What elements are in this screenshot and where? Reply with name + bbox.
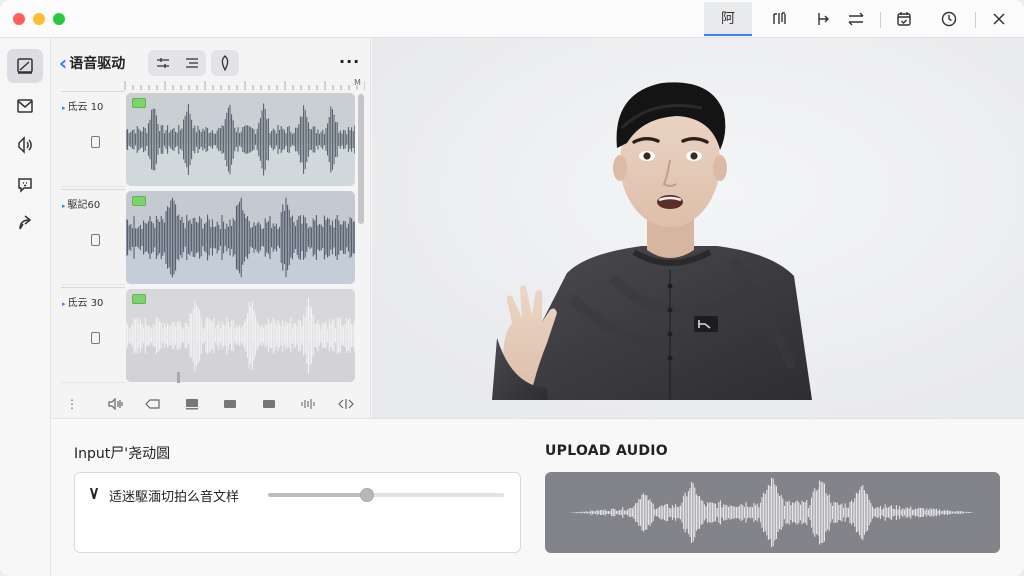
playhead-handle[interactable] [177,372,180,383]
rail-audio-button[interactable] [7,128,43,162]
vertical-scrollbar[interactable] [358,94,364,224]
waveform-graphic [126,297,355,382]
track-row[interactable]: 氐云 30 [61,287,355,383]
track-lock-icon[interactable] [91,136,100,148]
filter-tool-group [148,50,206,76]
rail-chat-button[interactable] [7,168,43,202]
upload-waveform-graphic [571,477,976,548]
film-icon[interactable] [181,396,203,412]
rail-share-button[interactable] [7,206,43,240]
upload-section-title: UPLOAD AUDIO [545,443,669,459]
track-row[interactable]: 駆記60 [61,189,355,285]
more-vertical-icon[interactable]: ⋮ [61,396,83,412]
track-panel: ‹ 语音驱动 ··· M 氐云 10 [51,38,371,418]
zoom-window-button[interactable] [53,13,65,25]
slider-knob[interactable] [360,488,375,502]
avatar-figure [372,38,1024,418]
screen-icon[interactable] [219,396,241,412]
track-name: 氐云 10 [62,98,104,113]
track-label: 駆記60 [61,189,125,285]
bottom-section: Input尸'尧动圆 适迷駆湎切拍么音文样 UPLOAD AUDIO [51,418,1024,576]
more-button[interactable]: ··· [339,52,360,71]
track-label: 氐云 30 [61,287,125,383]
panel-title: 语音驱动 [69,56,126,72]
input-section-title: Input尸'尧动圆 [74,446,171,462]
text-input-box[interactable]: 适迷駆湎切拍么音文样 [74,472,521,553]
close-icon [993,13,1005,25]
rail-mail-button[interactable] [7,89,43,123]
clip-tag-icon [132,196,146,206]
speed-slider[interactable] [268,488,504,502]
panel-footer: ⋮ [51,390,371,418]
slider-fill [268,493,368,497]
clip-tag-icon [132,98,146,108]
track-name: 駆記60 [62,196,101,211]
music-note-icon [773,12,786,24]
horizontal-scrollbar[interactable] [127,372,319,383]
waveform-graphic [126,103,355,186]
chevron-left-icon: ‹ [59,51,68,75]
tab-active[interactable]: 阿 [704,2,752,36]
track-name: 氐云 30 [62,294,104,309]
adjust-icon[interactable] [155,56,171,70]
upload-audio-dropzone[interactable] [545,472,1000,553]
chat-icon [18,178,32,193]
microphone-icon[interactable] [89,487,99,500]
pin-icon [221,55,229,71]
close-window-button[interactable] [13,13,25,25]
calendar-check-icon [897,12,911,26]
calendar-button[interactable] [880,2,928,36]
back-button[interactable]: ‹ 语音驱动 [59,52,125,74]
history-icon [941,11,957,27]
mixer-button[interactable] [755,2,803,36]
history-button[interactable] [925,2,973,36]
audio-icon [18,136,32,154]
audio-clip[interactable] [126,93,355,186]
rail-canvas-button[interactable] [7,49,43,83]
audio-clip[interactable] [126,289,355,382]
close-button[interactable] [975,2,1023,36]
swap-button[interactable] [832,2,880,36]
tag-icon[interactable] [142,396,164,412]
minimize-window-button[interactable] [33,13,45,25]
track-lock-icon[interactable] [91,332,100,344]
left-rail [0,38,51,576]
track-label: 氐云 10 [61,91,125,187]
canvas-icon [17,58,33,74]
waveform-icon[interactable] [297,396,319,412]
title-bar: 阿 [0,0,1024,38]
input-text: 适迷駆湎切拍么音文样 [109,490,240,505]
split-icon[interactable] [335,396,357,412]
volume-icon[interactable] [105,396,127,412]
share-icon [19,215,32,230]
track-row[interactable]: 氐云 10 [61,91,355,187]
arrow-right-icon [818,13,829,25]
sort-icon[interactable] [184,56,200,70]
clip-tag-icon [132,294,146,304]
panel-header: ‹ 语音驱动 ··· M [51,38,371,90]
pin-button[interactable] [211,50,239,76]
waveform-graphic [126,197,355,284]
track-lock-icon[interactable] [91,234,100,246]
tab-active-label: 阿 [721,11,735,27]
avatar-preview[interactable] [372,38,1024,418]
mail-icon [17,99,33,113]
swap-icon [848,12,864,26]
ruler-end-label: M [354,78,361,87]
app-window: 阿 ‹ 语音驱动 ··· M ▸ 氐云 10 ▸ 駆記60 ▸ 氐云 30 ⋮ … [0,0,1024,576]
monitor-icon[interactable] [258,396,280,412]
timeline-ruler [124,81,365,90]
audio-clip[interactable] [126,191,355,284]
